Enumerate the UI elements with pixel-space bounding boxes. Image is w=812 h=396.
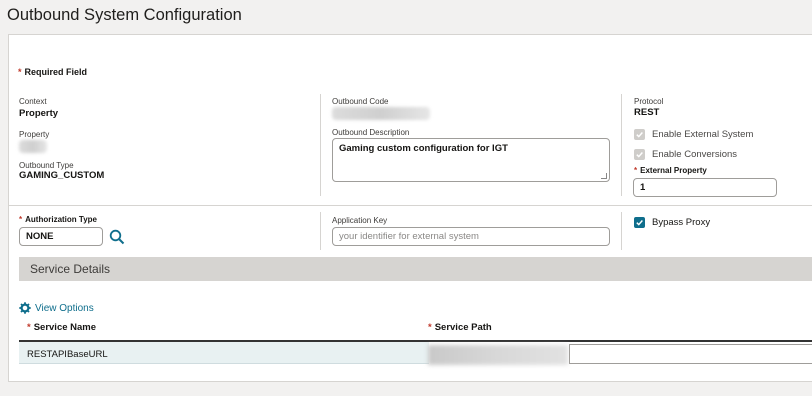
required-field-label: Required Field [24,67,88,77]
service-details-title: Service Details [30,262,111,276]
outbound-description-textarea[interactable]: Gaming custom configuration for IGT [332,138,610,182]
authorization-type-label: * Authorization Type [19,215,97,224]
column-header-service-name[interactable]: * Service Name [27,322,96,333]
outbound-code-redacted [332,107,430,120]
check-icon [634,129,645,140]
application-key-input[interactable]: your identifier for external system [332,227,610,246]
check-icon [634,149,645,160]
service-name-cell: RESTAPIBaseURL [27,349,108,360]
column-divider [621,212,622,250]
column-divider [621,94,622,196]
context-label: Context [19,97,47,106]
application-key-label: Application Key [332,216,388,225]
column-divider [320,212,321,250]
resize-grip-icon[interactable] [601,173,607,179]
configuration-panel [8,34,812,382]
outbound-description-value: Gaming custom configuration for IGT [339,143,508,154]
authorization-type-input[interactable]: NONE [19,227,103,246]
protocol-label: Protocol [634,97,664,106]
page-title: Outbound System Configuration [7,6,242,24]
required-asterisk: * [18,67,22,77]
enable-conversions-label: Enable Conversions [652,149,738,160]
external-property-label: * External Property [634,166,707,175]
view-options-button[interactable]: View Options [19,302,94,314]
gear-icon [19,302,31,314]
column-header-service-path[interactable]: * Service Path [428,322,492,333]
external-property-input[interactable]: 1 [633,178,777,197]
bypass-proxy-label: Bypass Proxy [652,217,711,228]
property-label: Property [19,130,50,139]
check-icon [634,217,645,228]
enable-external-system-checkbox[interactable]: Enable External System [634,129,753,140]
row-divider [9,205,812,206]
outbound-type-value: GAMING_CUSTOM [19,170,105,181]
view-options-label: View Options [35,302,94,314]
search-icon[interactable] [109,229,125,245]
service-details-header [19,257,812,281]
outbound-type-label: Outbound Type [19,161,74,170]
property-value-redacted [19,140,47,153]
protocol-value: REST [634,107,660,118]
bypass-proxy-checkbox[interactable]: Bypass Proxy [634,217,710,228]
service-path-input[interactable] [569,344,812,364]
required-field-legend: * Required Field [18,67,87,77]
enable-external-system-label: Enable External System [652,129,754,140]
column-divider [320,94,321,196]
outbound-description-label: Outbound Description [332,128,410,137]
enable-conversions-checkbox[interactable]: Enable Conversions [634,149,737,160]
outbound-code-label: Outbound Code [332,97,389,106]
service-path-redacted [428,345,568,365]
context-value: Property [19,108,59,119]
